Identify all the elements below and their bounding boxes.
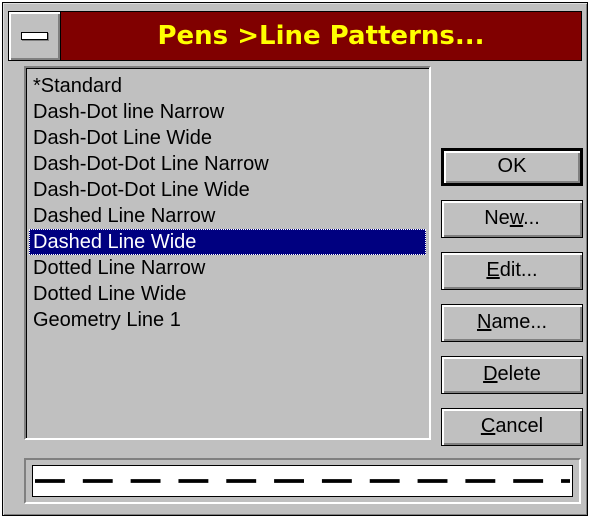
list-item[interactable]: Dashed Line Narrow [29,203,426,229]
list-item[interactable]: Dotted Line Narrow [29,255,426,281]
delete-button[interactable]: Delete [441,356,583,394]
list-item[interactable]: Dash-Dot-Dot Line Narrow [29,151,426,177]
new-button[interactable]: New... [441,200,583,238]
list-item[interactable]: Dotted Line Wide [29,281,426,307]
list-item[interactable]: Dash-Dot Line Wide [29,125,426,151]
line-patterns-dialog: Pens >Line Patterns... *Standard Dash-Do… [2,2,588,516]
dialog-title: Pens >Line Patterns... [157,21,485,51]
list-item[interactable]: *Standard [29,73,426,99]
list-item[interactable]: Geometry Line 1 [29,307,426,333]
name-button[interactable]: Name... [441,304,583,342]
list-item[interactable]: Dash-Dot-Dot Line Wide [29,177,426,203]
line-pattern-preview-canvas [32,465,573,497]
system-menu-bar-glyph [21,32,48,40]
cancel-button[interactable]: Cancel [441,408,583,446]
list-item-selected[interactable]: Dashed Line Wide [29,229,426,255]
line-pattern-list[interactable]: *Standard Dash-Dot line Narrow Dash-Dot … [24,66,431,440]
system-menu-icon[interactable] [9,12,61,60]
line-pattern-preview [24,458,581,504]
line-pattern-list-items: *Standard Dash-Dot line Narrow Dash-Dot … [29,73,426,333]
title-bar: Pens >Line Patterns... [8,11,582,61]
list-item[interactable]: Dash-Dot line Narrow [29,99,426,125]
edit-button[interactable]: Edit... [441,252,583,290]
ok-button[interactable]: OK [441,148,583,186]
dashed-line-sample [34,479,571,483]
